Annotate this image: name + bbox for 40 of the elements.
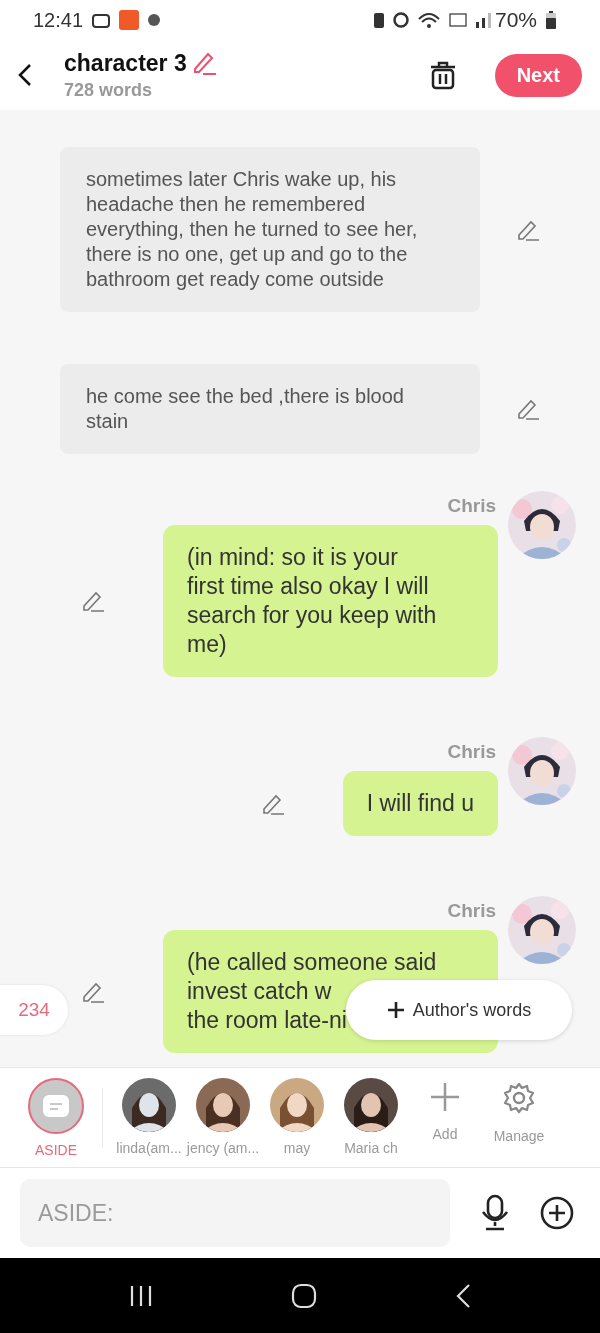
plus-icon xyxy=(430,1082,460,1112)
plus-icon xyxy=(386,1001,405,1019)
alarm-icon xyxy=(392,12,409,28)
speaker-name: Chris xyxy=(447,740,496,764)
battery-percent: 70% xyxy=(494,8,537,32)
character-tab[interactable]: Maria ch xyxy=(337,1078,405,1156)
add-icon[interactable] xyxy=(540,1196,574,1230)
speaker-name: Chris xyxy=(447,494,496,518)
authors-words-button[interactable]: Author's words xyxy=(346,980,572,1040)
narration-text: he come see the bed ,there is blood stain xyxy=(60,364,480,454)
settings-icon xyxy=(503,1082,535,1114)
count-badge[interactable]: 234 xyxy=(0,985,68,1035)
trash-icon[interactable] xyxy=(428,60,457,90)
message-bubble: (in mind: so it is your first time also okay I will search for you keep with me) xyxy=(163,525,498,677)
back-icon[interactable] xyxy=(18,63,32,87)
app-icon xyxy=(119,10,140,30)
microphone-icon[interactable] xyxy=(480,1194,510,1232)
chapter-title: character 3 xyxy=(64,49,187,77)
message-bubble: I will find u xyxy=(342,771,498,836)
status-time: 12:41 xyxy=(33,8,84,32)
tv-icon xyxy=(92,12,111,28)
aside-icon xyxy=(43,1095,69,1117)
word-count: 728 words xyxy=(64,79,154,101)
character-tab[interactable]: linda(am... xyxy=(115,1078,183,1156)
add-character-button[interactable]: Add xyxy=(411,1078,479,1142)
recent-apps-icon[interactable] xyxy=(129,1284,153,1307)
manage-button[interactable]: Manage xyxy=(485,1078,553,1144)
input-field[interactable]: ASIDE: xyxy=(20,1179,450,1247)
home-icon[interactable] xyxy=(291,1282,317,1309)
battery-saver-icon xyxy=(373,12,384,28)
speaker-name: Chris xyxy=(447,899,496,923)
edit-icon[interactable] xyxy=(516,397,540,421)
narration-text: sometimes later Chris wake up, his headache then he remembered everything, then he turned to see her, there is no one, get up and go to the bathroom get ready come outside xyxy=(60,147,480,312)
battery-icon xyxy=(546,11,556,29)
dot-icon xyxy=(148,14,161,26)
next-button[interactable]: Next xyxy=(494,53,582,97)
edit-icon[interactable] xyxy=(81,589,105,613)
character-tab[interactable]: may xyxy=(263,1078,331,1156)
signal-icon xyxy=(475,12,492,28)
wifi-icon xyxy=(417,12,440,28)
